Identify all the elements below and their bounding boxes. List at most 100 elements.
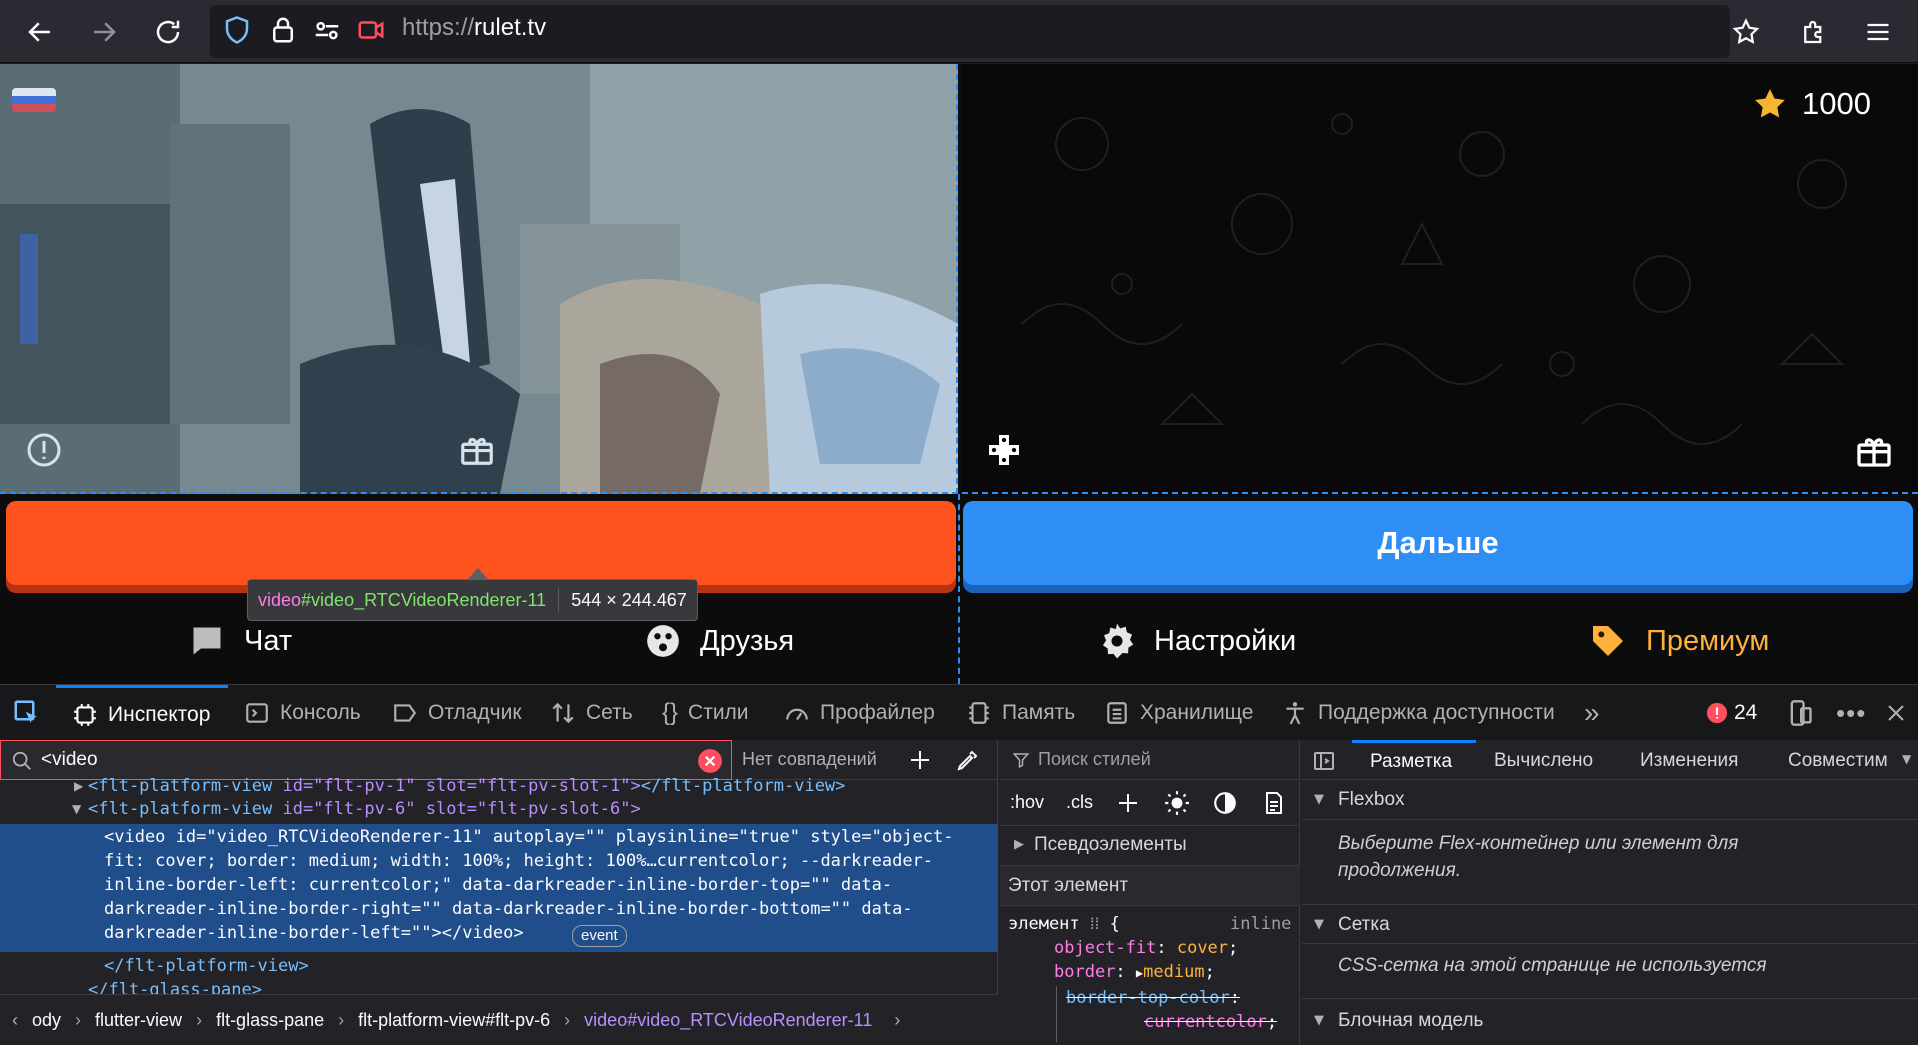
lock-icon[interactable]: [268, 15, 298, 45]
permissions-icon[interactable]: [312, 15, 342, 45]
chat-bubble-icon: [193, 627, 221, 655]
tab-styles[interactable]: {} Стили: [662, 685, 749, 741]
tab-computed[interactable]: Вычислено: [1494, 750, 1593, 772]
tab-storage[interactable]: Хранилище: [1104, 685, 1253, 741]
attrs-2: id="flt-pv-6" slot="flt-pv-slot-6">: [272, 799, 641, 819]
rule-decl-2[interactable]: border: ▶medium;: [1054, 962, 1215, 982]
tab-memory-label: Память: [1002, 701, 1076, 724]
breadcrumb-item[interactable]: ody: [32, 1010, 61, 1031]
tab-network-label: Сеть: [586, 701, 633, 724]
grid-section-header[interactable]: ▼ Сетка: [1302, 904, 1918, 944]
pseudo-elements-section[interactable]: ▶ Псевдоэлементы: [1000, 826, 1300, 866]
dark-scheme-icon[interactable]: [1212, 790, 1238, 816]
clear-search-icon[interactable]: [697, 748, 723, 774]
game-button[interactable]: [984, 430, 1024, 470]
add-rule-icon[interactable]: [1116, 791, 1140, 815]
nav-settings[interactable]: Настройки: [1098, 611, 1296, 671]
expand-triangle-icon[interactable]: ▶: [74, 779, 83, 793]
rule-decl-3-value: currentcolor;: [1144, 1012, 1278, 1032]
box-model-section-header[interactable]: ▼ Блочная модель: [1302, 998, 1918, 1045]
selected-line-1: <video id="video_RTCVideoRenderer-11" au…: [104, 827, 954, 847]
breadcrumb-item[interactable]: flt-platform-view#flt-pv-6: [358, 1010, 550, 1031]
rules-filter[interactable]: Поиск стилей: [1000, 740, 1300, 780]
rule-decl-1[interactable]: object-fit: cover;: [1054, 938, 1238, 958]
tab-compatibility[interactable]: Совместим: [1788, 750, 1900, 772]
rule-selector[interactable]: элемент ⁞⁞ {: [1008, 914, 1120, 934]
hamburger-icon: [1867, 23, 1889, 41]
markup-close-1[interactable]: </flt-platform-view>: [104, 956, 309, 976]
back-button[interactable]: [20, 12, 60, 52]
rules-toolbar: :hov .cls: [1000, 780, 1300, 826]
flexbox-section-header[interactable]: ▼ Flexbox: [1302, 780, 1918, 820]
tab-profiler[interactable]: Профайлер: [784, 685, 935, 741]
remote-video[interactable]: [0, 64, 958, 494]
markup-search-input[interactable]: <video: [0, 740, 732, 780]
markup-close-2[interactable]: </flt-glass-pane>: [88, 980, 262, 994]
friends-face-icon: [647, 625, 679, 657]
more-tabs-button[interactable]: »: [1584, 685, 1600, 741]
stars-balance[interactable]: 1000: [1752, 86, 1871, 122]
error-count-badge[interactable]: 24: [1706, 685, 1757, 741]
breadcrumb-item[interactable]: flt-glass-pane: [216, 1010, 324, 1031]
tracking-shield-icon[interactable]: [222, 15, 252, 45]
devtools-options-button[interactable]: •••: [1836, 685, 1866, 741]
url-scheme: https://: [402, 14, 475, 41]
selected-node[interactable]: <video id="video_RTCVideoRenderer-11" au…: [0, 824, 998, 952]
tab-memory[interactable]: Память: [966, 685, 1075, 741]
close-icon: [1888, 705, 1904, 721]
this-element-header: Этот элемент: [1000, 866, 1300, 906]
tab-debugger[interactable]: Отладчик: [392, 685, 522, 741]
breadcrumb-scroll-left-icon[interactable]: ‹: [12, 1010, 18, 1031]
grid-label: Сетка: [1338, 914, 1390, 935]
next-button[interactable]: Дальше: [963, 501, 1913, 585]
selected-line-4: darkreader-inline-border-right="" data-d…: [104, 899, 913, 919]
decl-prop: border: [1054, 962, 1116, 982]
cls-toggle[interactable]: .cls: [1066, 792, 1093, 813]
search-icon: [12, 751, 31, 770]
tab-changes[interactable]: Изменения: [1640, 750, 1738, 772]
breadcrumb-separator-icon: ›: [338, 1009, 345, 1030]
event-badge[interactable]: event: [572, 925, 627, 947]
tab-accessibility-label: Поддержка доступности: [1318, 701, 1555, 724]
gauge-icon: [786, 708, 808, 721]
box-model-label: Блочная модель: [1338, 1010, 1484, 1031]
tab-console[interactable]: Консоль: [244, 685, 361, 741]
gift-shop-button[interactable]: [1854, 430, 1894, 470]
menu-button[interactable]: [1858, 12, 1898, 52]
markup-line-1[interactable]: <flt-platform-view id="flt-pv-1" slot="f…: [88, 776, 845, 798]
toggle-pane-icon[interactable]: [1312, 749, 1336, 773]
breadcrumb-scroll-right-icon[interactable]: ›: [894, 1010, 900, 1031]
tooltip-arrow: [468, 568, 488, 579]
breadcrumb-item-current[interactable]: video#video_RTCVideoRenderer-11: [584, 1010, 872, 1031]
hov-toggle[interactable]: :hov: [1010, 792, 1044, 813]
tab-inspector[interactable]: Инспектор: [56, 685, 228, 741]
error-icon: [1706, 702, 1728, 724]
print-preview-icon[interactable]: [1262, 790, 1286, 816]
forward-button[interactable]: [84, 12, 124, 52]
collapse-triangle-icon[interactable]: ▼: [72, 802, 81, 816]
eyedropper-icon[interactable]: [956, 748, 980, 772]
extensions-button[interactable]: [1794, 12, 1834, 52]
tab-accessibility[interactable]: Поддержка доступности: [1282, 685, 1555, 741]
markup-panel: <video Нет совпадений <flt-platform-view…: [0, 740, 998, 1045]
breadcrumb-item[interactable]: flutter-view: [95, 1010, 182, 1031]
inspector-guide-vertical: [958, 494, 960, 684]
light-scheme-icon[interactable]: [1164, 790, 1190, 816]
tab-network[interactable]: Сеть: [550, 685, 633, 741]
responsive-mode-button[interactable]: [1786, 685, 1814, 741]
devtools-close-button[interactable]: [1884, 685, 1908, 741]
rule-decl-3[interactable]: border-top-color:: [1066, 988, 1240, 1008]
this-element-label: Этот элемент: [1008, 875, 1129, 896]
url-text[interactable]: https://rulet.tv: [402, 14, 546, 42]
markup-line-2[interactable]: <flt-platform-view id="flt-pv-6" slot="f…: [88, 799, 641, 819]
camera-sharing-icon[interactable]: [356, 15, 386, 45]
bookmark-button[interactable]: [1726, 12, 1766, 52]
decl-prop: border-top-color: [1066, 988, 1230, 1008]
tab-layout[interactable]: Разметка: [1352, 740, 1476, 780]
inspector-tooltip: video#video_RTCVideoRenderer-11 544 × 24…: [247, 579, 698, 621]
add-node-icon[interactable]: [908, 748, 932, 772]
chevron-down-icon[interactable]: ▼: [1902, 752, 1911, 766]
reload-button[interactable]: [148, 12, 188, 52]
nav-premium[interactable]: Премиум: [1588, 611, 1769, 671]
element-picker-button[interactable]: [12, 685, 42, 741]
